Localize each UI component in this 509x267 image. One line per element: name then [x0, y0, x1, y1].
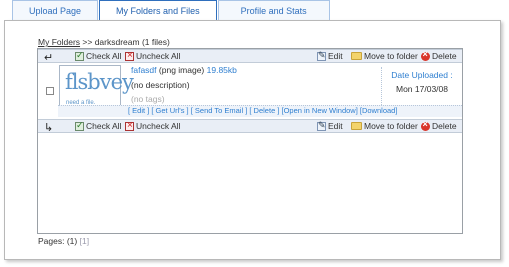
tab-upload-page[interactable]: Upload Page — [12, 0, 99, 20]
check-all-button[interactable]: Check All — [75, 50, 121, 61]
delete-button-bottom[interactable]: Delete — [421, 119, 457, 131]
file-send-email-link[interactable]: [ Send To Email ] — [191, 106, 248, 115]
file-download-link[interactable]: [Download] — [360, 106, 398, 115]
bottom-toolbar: ↳ Check All Uncheck All Edit Move to fol… — [38, 119, 462, 134]
file-edit-link[interactable]: [ Edit ] — [128, 106, 149, 115]
file-size: 19.85kb — [206, 65, 237, 75]
uncheck-all-button-bottom[interactable]: Uncheck All — [125, 120, 180, 131]
edit-icon — [317, 120, 326, 131]
pagination-label: Pages: — [38, 236, 65, 246]
tab-my-folders-and-files[interactable]: My Folders and Files — [99, 0, 217, 22]
file-get-urls-link[interactable]: [ Get Url's ] — [151, 106, 188, 115]
breadcrumb-current: >> darksdream (1 files) — [80, 37, 170, 47]
delete-button[interactable]: Delete — [421, 49, 457, 61]
top-toolbar: ↵ Check All Uncheck All Edit Move to fol… — [38, 49, 462, 64]
file-title: fafasdf (png image) 19.85kb — [131, 65, 237, 75]
edit-button-bottom[interactable]: Edit — [317, 120, 343, 131]
check-all-icon — [75, 50, 84, 61]
delete-icon — [421, 119, 430, 131]
check-all-button-bottom[interactable]: Check All — [75, 120, 121, 131]
file-type: (png image) — [158, 65, 205, 75]
file-description: (no description) — [131, 80, 190, 90]
file-name-link[interactable]: fafasdf — [131, 65, 157, 75]
file-delete-link[interactable]: [ Delete ] — [249, 106, 279, 115]
move-to-folder-button[interactable]: Move to folder — [351, 51, 418, 61]
tab-profile-and-stats[interactable]: Profile and Stats — [217, 0, 330, 20]
uncheck-all-icon — [125, 50, 134, 61]
edit-button[interactable]: Edit — [317, 50, 343, 61]
tab-bar: Upload Page My Folders and Files Profile… — [12, 0, 331, 22]
pagination-page-link[interactable]: [1] — [80, 236, 89, 246]
file-checkbox[interactable] — [46, 87, 54, 95]
date-uploaded-label: Date Uploaded : — [391, 70, 453, 80]
file-actions-row: [ Edit ] [ Get Url's ] [ Send To Email ]… — [58, 105, 462, 117]
move-to-folder-button-bottom[interactable]: Move to folder — [351, 121, 418, 131]
uncheck-all-button[interactable]: Uncheck All — [125, 50, 180, 61]
select-arrow-icon: ↵ — [44, 52, 54, 64]
uncheck-all-icon — [125, 120, 134, 131]
thumbnail-logo: flsbvey — [65, 70, 134, 94]
edit-icon — [317, 50, 326, 61]
delete-icon — [421, 49, 430, 61]
file-open-window-link[interactable]: [Open in New Window] — [282, 106, 358, 115]
select-arrow-icon-bottom: ↳ — [44, 122, 54, 134]
check-all-icon — [75, 120, 84, 131]
folder-icon — [351, 52, 362, 60]
pagination: Pages: (1) [1] — [38, 236, 89, 246]
file-list-panel: ↵ Check All Uncheck All Edit Move to fol… — [37, 48, 463, 234]
date-uploaded-value: Mon 17/03/08 — [396, 84, 448, 94]
breadcrumb: My Folders >> darksdream (1 files) — [38, 37, 170, 47]
file-tags: (no tags) — [131, 94, 165, 104]
folder-icon — [351, 122, 362, 130]
breadcrumb-my-folders-link[interactable]: My Folders — [38, 37, 80, 47]
pagination-current: (1) — [66, 236, 78, 246]
